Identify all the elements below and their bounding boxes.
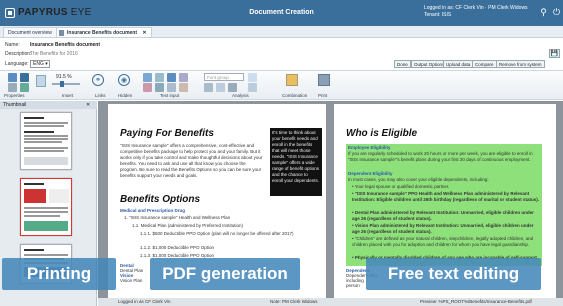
description-label: Description: (5, 51, 32, 57)
close-panel-icon[interactable]: ✕ (86, 102, 90, 108)
eligibility-bullet-text: Your legal spouse or qualified domestic … (354, 184, 450, 189)
benefits-options-heading[interactable]: Benefits Options (120, 194, 200, 205)
tab-insurance-benefits-label: Insurance Benefits document (67, 30, 138, 36)
thumbnail-title: Thumbnail (3, 102, 27, 108)
upload-data-button[interactable]: Upload data (443, 60, 474, 68)
pdf-generation-overlay: PDF generation (150, 258, 300, 290)
language-label: Language: (5, 61, 29, 67)
employee-eligibility-text[interactable]: If you are regularly scheduled to work 2… (348, 151, 540, 163)
eligibility-bullet[interactable]: • Vision Plan administered by Relevant I… (352, 223, 540, 235)
field-icon[interactable] (179, 83, 188, 92)
name-label: Name: (5, 42, 20, 48)
user-line-2: Tenant: ISIS (424, 12, 452, 18)
language-select[interactable]: ENG ▾ (30, 60, 50, 68)
zoom-slider-handle[interactable] (60, 81, 64, 87)
eligibility-bullet-text: Dental Plan administered by Relevant Ins… (352, 210, 534, 221)
group-print-label: Print (318, 93, 328, 98)
page-layout-icon[interactable] (20, 73, 29, 82)
insert-page-icon[interactable] (36, 75, 46, 87)
save-icon[interactable]: 💾 (549, 49, 560, 58)
group-text-input-label: Text input (160, 93, 180, 98)
benefit-item-1-1[interactable]: 1.1. Medical Plan (administered by Prefe… (132, 223, 312, 229)
zoom-level[interactable]: 91.5 % (56, 74, 72, 80)
paragraph-icon[interactable] (155, 73, 164, 82)
underline-icon[interactable] (228, 83, 237, 92)
combination-icon[interactable] (286, 74, 298, 86)
image-icon[interactable] (143, 83, 152, 92)
page-thumbnail-selected[interactable] (20, 178, 72, 236)
status-left: Logged in as CF Clerk Vin (118, 299, 171, 304)
done-button[interactable]: Done (394, 60, 411, 68)
zoom-slider[interactable] (52, 83, 80, 85)
view-icon[interactable] (8, 83, 17, 92)
eligibility-bullet-text: "ISIS Insurance sample" PPO Health and W… (352, 191, 540, 202)
hidden-icon[interactable]: ◉ (118, 74, 130, 86)
print-icon[interactable] (318, 74, 330, 86)
status-right: Preview: %PS_ROOT%/Benefits/Insurance-Be… (420, 299, 532, 304)
person-label: person (346, 283, 360, 288)
output-options-button[interactable]: Output Options (411, 60, 448, 68)
free-text-editing-overlay: Free text editing (366, 258, 541, 290)
user-line-1: Logged in as: CF Clerk Vin · PM Clerk Wi… (424, 5, 528, 11)
description-field[interactable]: The Benefits for 2016 (30, 51, 78, 57)
user-info: Logged in as: CF Clerk Vin · PM Clerk Wi… (424, 5, 528, 19)
benefit-item-1-1-1[interactable]: 1.1.1. $500 Deductible PPO Option (plan … (140, 231, 310, 237)
font-group-placeholder: Font group (207, 75, 229, 80)
compare-button[interactable]: Compare (472, 60, 497, 68)
remove-from-system-button[interactable]: Remove from system (496, 60, 545, 68)
close-tab-icon[interactable]: ✕ (142, 30, 146, 36)
document-icon (59, 30, 64, 36)
variable-icon[interactable] (167, 83, 176, 92)
text-style-icon[interactable] (143, 73, 152, 82)
name-field[interactable]: Insurance Benefits document (30, 42, 100, 48)
eligibility-bullet[interactable]: • "ISIS Insurance sample" PPO Health and… (352, 191, 540, 203)
group-properties-label: Properties (4, 93, 25, 98)
who-is-eligible-heading[interactable]: Who is Eligible (346, 128, 417, 139)
group-combination-label: Combination (282, 93, 308, 98)
group-insert-label: Insert (62, 93, 74, 98)
tab-document-overview[interactable]: Document overview (3, 27, 57, 37)
group-links-label: Links (95, 93, 106, 98)
eligibility-bullet[interactable]: • Your legal spouse or qualified domesti… (352, 184, 540, 190)
language-value: ENG (33, 61, 44, 67)
benefit-item-1-1-2[interactable]: 1.1.2. $1,000 Deductible PPO Option (140, 245, 310, 251)
font-group-select[interactable]: Font group (204, 73, 244, 81)
align-icon[interactable] (248, 73, 257, 82)
status-middle: Note: PM Clerk Widows (270, 299, 318, 304)
paying-for-benefits-text[interactable]: "ISIS Insurance sample" offers a compreh… (120, 143, 264, 179)
paying-for-benefits-heading[interactable]: Paying For Benefits (120, 128, 214, 139)
medical-subheading[interactable]: Medical and Prescription Drug (120, 208, 185, 214)
thumbnail-panel-header: Thumbnail (0, 101, 97, 109)
group-hidden-label: Hidden (118, 93, 133, 98)
page-thumbnail[interactable] (20, 112, 72, 170)
printing-overlay: Printing (2, 258, 116, 290)
highlight-box[interactable]: It's time to think about your benefit ne… (270, 128, 322, 196)
eligibility-bullet[interactable]: • Dental Plan administered by Relevant I… (352, 210, 540, 222)
chart-icon[interactable] (155, 83, 164, 92)
benefit-item-1[interactable]: 1. "ISIS Insurance sample" Health and We… (124, 215, 314, 221)
group-analysis-label: Analysis (232, 93, 249, 98)
power-icon[interactable]: ⏻ (551, 7, 562, 18)
eligibility-bullet[interactable]: • "Children" are defined as your natural… (352, 236, 540, 248)
dependent-eligibility-text[interactable]: In most cases, you may also cover your e… (348, 177, 540, 183)
italic-icon[interactable] (216, 83, 225, 92)
vision-plan-label: Vision Plan (120, 278, 143, 283)
tab-insurance-benefits[interactable]: Insurance Benefits document ✕ (56, 27, 152, 37)
grid-icon[interactable] (20, 83, 29, 92)
bold-icon[interactable] (204, 83, 213, 92)
list-icon[interactable] (179, 73, 188, 82)
link-icon[interactable]: ⚭ (92, 74, 104, 86)
properties-icon[interactable] (8, 73, 17, 82)
eligibility-bullet-text: "Children" are defined as your natural c… (352, 236, 534, 247)
spacing-icon[interactable] (248, 83, 257, 92)
table-icon[interactable] (167, 73, 176, 82)
search-icon[interactable]: ⚲ (538, 7, 549, 18)
eligibility-bullet-text: Vision Plan administered by Relevant Ins… (352, 223, 534, 234)
